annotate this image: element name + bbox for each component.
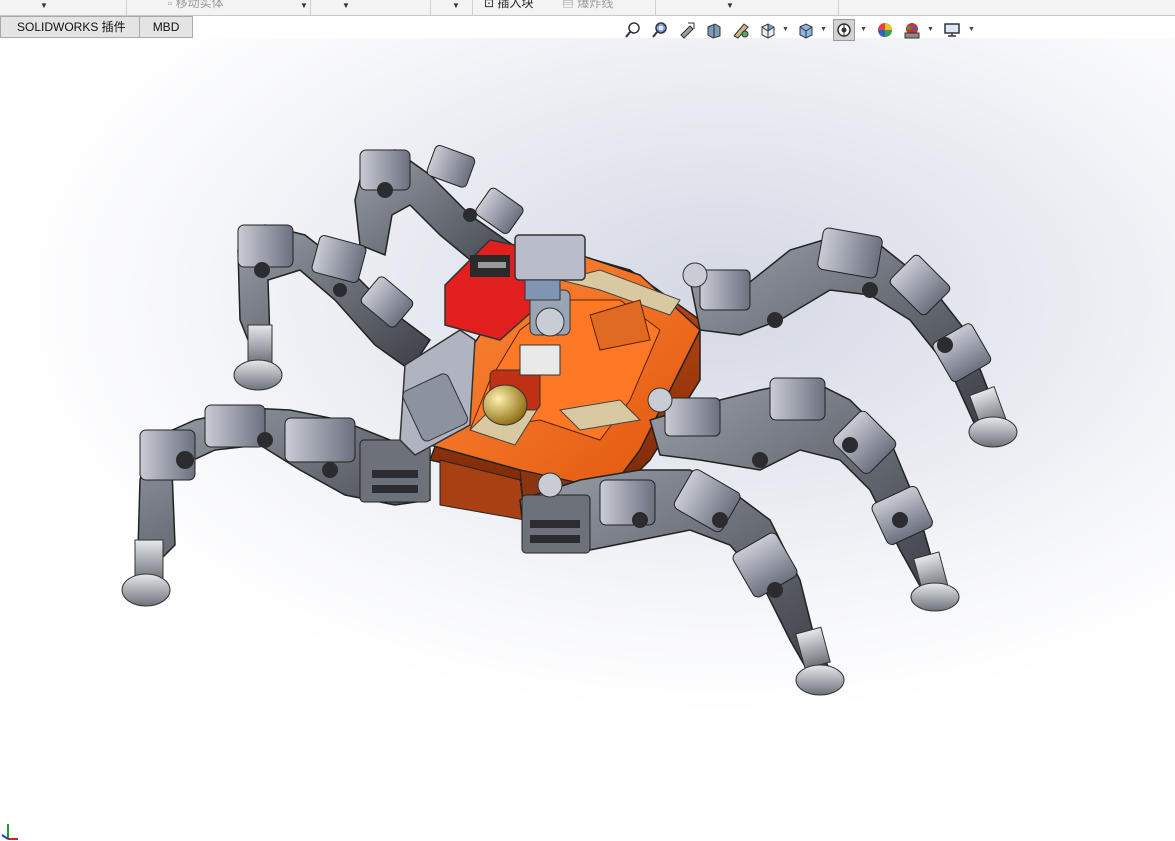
- ribbon-explode-line[interactable]: ▤ 爆炸线: [562, 0, 613, 12]
- tab-solidworks-addins[interactable]: SOLIDWORKS 插件: [0, 16, 140, 38]
- leg-front-right: [519, 469, 845, 696]
- graphics-area[interactable]: [0, 38, 1175, 840]
- chevron-down-icon[interactable]: ▼: [860, 26, 867, 33]
- chevron-down-icon[interactable]: ▼: [820, 26, 827, 33]
- tab-mbd[interactable]: MBD: [139, 16, 194, 38]
- ribbon-insert-block[interactable]: ⊡ 插入块: [484, 0, 533, 12]
- leg-mid-left: [233, 224, 432, 391]
- command-ribbon: ▼ ▫ 移动实体 ▼ ▼ ▼ ⊡ 插入块 ▤ 爆炸线 ▼: [0, 0, 1175, 16]
- apply-scene-icon[interactable]: [901, 19, 923, 41]
- leg-front-left: [121, 404, 431, 607]
- command-manager-tabs: SOLIDWORKS 插件 MBD: [0, 16, 194, 38]
- zoom-to-area-icon[interactable]: [649, 19, 671, 41]
- chevron-down-icon[interactable]: ▼: [968, 26, 975, 33]
- hexapod-robot-model[interactable]: [0, 38, 1175, 838]
- chevron-down-icon[interactable]: ▼: [300, 1, 308, 10]
- chevron-down-icon[interactable]: ▼: [782, 26, 789, 33]
- dynamic-annotation-icon[interactable]: [730, 19, 752, 41]
- hide-show-items-icon[interactable]: [833, 19, 855, 41]
- chevron-down-icon[interactable]: ▼: [927, 26, 934, 33]
- section-view-icon[interactable]: [703, 19, 725, 41]
- edit-appearance-icon[interactable]: [874, 19, 896, 41]
- chevron-down-icon[interactable]: ▼: [342, 1, 350, 10]
- previous-view-icon[interactable]: [676, 19, 698, 41]
- zoom-to-fit-icon[interactable]: [622, 19, 644, 41]
- view-settings-icon[interactable]: [941, 19, 963, 41]
- ribbon-move-body[interactable]: ▫ 移动实体: [168, 0, 224, 12]
- display-style-icon[interactable]: [795, 19, 817, 41]
- chevron-down-icon[interactable]: ▼: [726, 1, 734, 10]
- chevron-down-icon[interactable]: ▼: [40, 1, 48, 10]
- view-orientation-icon[interactable]: [757, 19, 779, 41]
- coordinate-triad-icon: [1, 824, 18, 840]
- chevron-down-icon[interactable]: ▼: [452, 1, 460, 10]
